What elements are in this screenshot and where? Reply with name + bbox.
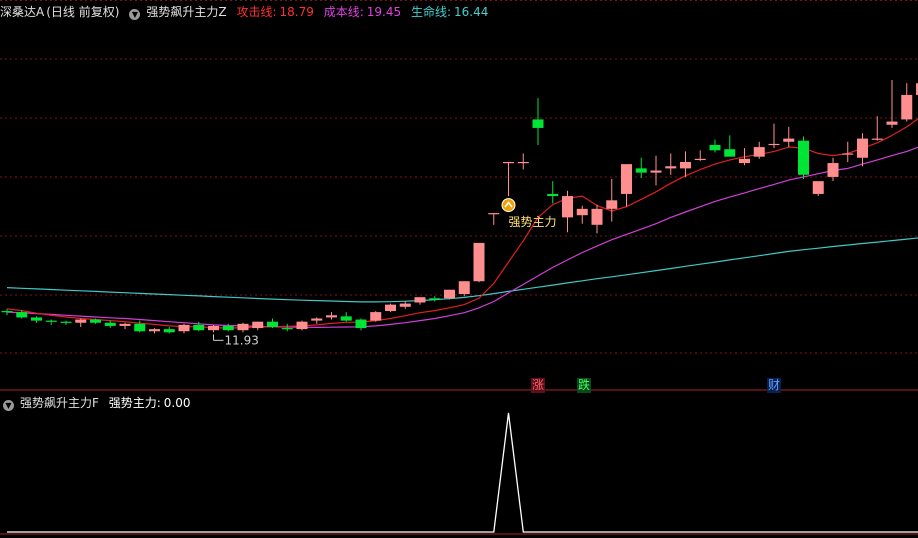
candle-body [429, 298, 441, 300]
strong-signal-label: 强势主力 [509, 215, 557, 229]
candle-body [237, 323, 249, 331]
candle-body [783, 138, 795, 142]
candle-body [16, 312, 28, 318]
candle-body [208, 325, 219, 331]
candle-body [591, 208, 603, 225]
candle-body [621, 164, 632, 194]
cost-line-label: 成本线: [323, 5, 364, 19]
candle-body [178, 324, 190, 332]
candle-body [606, 200, 618, 209]
strong-main-value: 0.00 [163, 396, 191, 410]
low-price-label: 11.93 [225, 333, 259, 347]
chevron-down-icon[interactable]: ▼ [3, 400, 14, 411]
candle-body [458, 281, 470, 294]
candle-body [355, 319, 367, 329]
candle-body [753, 147, 765, 157]
main-indicator-name[interactable]: 强势飙升主力Z [146, 5, 226, 19]
candle-body [444, 289, 455, 299]
attack-line-label: 攻击线: [236, 5, 277, 19]
period-label: (日线 前复权) [46, 5, 120, 19]
candle-body [31, 317, 42, 321]
candle-body [842, 153, 854, 155]
cost-line-value: 19.45 [366, 5, 402, 19]
strong-main-label: 强势主力: [108, 396, 161, 410]
candle-body [399, 303, 411, 307]
attack-line-value: 18.79 [279, 5, 314, 19]
candle-body [222, 325, 234, 331]
candle-body [768, 143, 780, 146]
life-line-label: 生命线: [410, 5, 451, 19]
candle-body [488, 213, 500, 215]
main-chart-header: 深桑达A (日线 前复权) ▼ 强势飙升主力Z 攻击线: 18.79 成本线: 19.45… [0, 3, 494, 21]
candle-body [119, 323, 131, 326]
candle-body [370, 312, 382, 321]
candle-body [547, 193, 559, 197]
candle-body [503, 162, 514, 164]
candle-body [296, 321, 308, 330]
candle-body [635, 168, 647, 173]
strong-main-line [7, 412, 918, 533]
candle-body [326, 315, 337, 318]
kline-chart[interactable]: 11.93 强势主力 [0, 0, 918, 538]
candle-body [798, 140, 809, 175]
candle-body [532, 119, 544, 128]
sub-chart-header: ▼ 强势飙升主力F 强势主力: 0.00 [0, 394, 197, 412]
candle-body [414, 297, 426, 303]
candle-body [709, 144, 721, 151]
candle-body [886, 121, 898, 125]
candle-body [827, 163, 839, 177]
candle-body [134, 323, 146, 332]
candle-body [812, 181, 824, 194]
candle-body [90, 319, 101, 323]
candle-body [104, 322, 116, 326]
candle-body [871, 138, 883, 140]
signal-badge-icon [501, 198, 516, 213]
candle-body [694, 158, 706, 161]
fall-marker: 跌 [577, 378, 592, 393]
candle-body [576, 208, 588, 216]
candle-body [901, 94, 913, 120]
candle-body [193, 324, 205, 331]
candle-body [281, 328, 293, 330]
candle-body [680, 162, 691, 169]
candle-body [739, 158, 750, 164]
candle-body [1, 311, 13, 313]
candle-body [149, 329, 160, 332]
candle-body [473, 242, 485, 282]
money-marker: 财 [767, 378, 782, 393]
candle-body [252, 321, 264, 329]
candle-body [650, 170, 662, 173]
life-line-value: 16.44 [453, 5, 489, 19]
candle-body [340, 316, 352, 321]
cost-line [6, 146, 918, 329]
candle-body [163, 329, 175, 333]
candle-body [75, 319, 87, 323]
candle-body [517, 162, 529, 164]
stock-name: 深桑达A [0, 5, 45, 19]
candle-body [267, 321, 278, 327]
sub-indicator-name[interactable]: 强势飙升主力F [20, 396, 99, 410]
chevron-down-icon[interactable]: ▼ [129, 9, 141, 20]
candle-body [724, 149, 736, 157]
candle-body [311, 318, 323, 321]
rise-marker: 涨 [531, 378, 546, 393]
candle-body [562, 196, 573, 218]
candle-body [385, 304, 396, 312]
candle-body [857, 138, 868, 158]
candle-body [45, 320, 57, 322]
candle-body [60, 321, 72, 323]
candle-body [665, 166, 677, 169]
